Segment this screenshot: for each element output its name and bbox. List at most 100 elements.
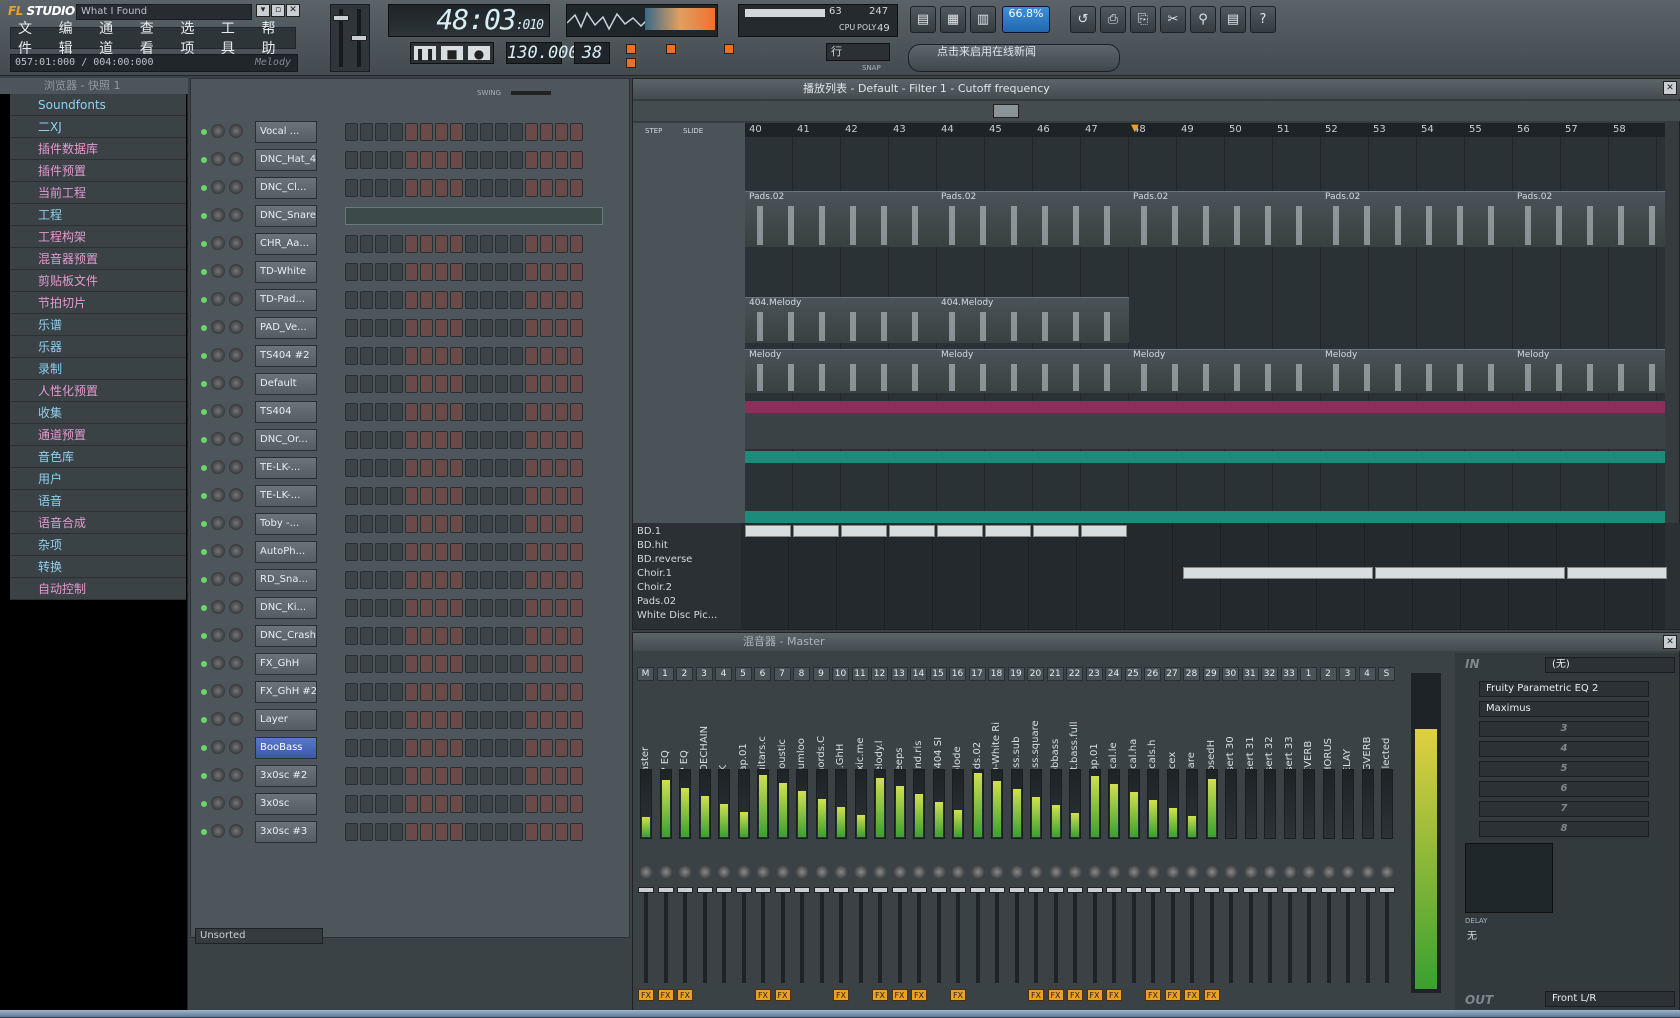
step-button[interactable]: [390, 767, 403, 785]
step-button[interactable]: [465, 403, 478, 421]
step-button[interactable]: [420, 683, 433, 701]
channel-name-button[interactable]: RD_Sna...: [255, 569, 317, 591]
channel-volume-knob[interactable]: [229, 628, 243, 642]
channel-pan-knob[interactable]: [211, 488, 225, 502]
channel-volume-knob[interactable]: [229, 488, 243, 502]
step-buttons[interactable]: [345, 319, 603, 337]
output-selector[interactable]: Front L/R: [1545, 991, 1675, 1007]
fader-handle[interactable]: [1028, 887, 1044, 893]
playlist-clip[interactable]: Melody: [1321, 349, 1513, 393]
playlist-clip[interactable]: Pads.02: [937, 191, 1129, 247]
step-button[interactable]: [435, 151, 448, 169]
channel-mute-led[interactable]: [201, 577, 207, 583]
step-button[interactable]: [540, 123, 553, 141]
fader-handle[interactable]: [1008, 887, 1025, 893]
track-volume-fader[interactable]: [1379, 887, 1395, 983]
step-button[interactable]: [510, 599, 523, 617]
step-button[interactable]: [465, 319, 478, 337]
step-button[interactable]: [465, 375, 478, 393]
step-button[interactable]: [495, 291, 508, 309]
step-button[interactable]: [360, 795, 373, 813]
step-button[interactable]: [360, 487, 373, 505]
step-button[interactable]: [495, 683, 508, 701]
track-pan-knob[interactable]: [912, 865, 926, 879]
snap-selector[interactable]: 行: [826, 43, 890, 61]
channel-mute-led[interactable]: [201, 381, 207, 387]
step-button[interactable]: [375, 263, 388, 281]
step-button[interactable]: [480, 543, 493, 561]
step-button[interactable]: [525, 347, 538, 365]
channel-mute-led[interactable]: [201, 661, 207, 667]
step-button[interactable]: [390, 739, 403, 757]
step-buttons[interactable]: [345, 291, 603, 309]
browser-item[interactable]: 工程: [10, 204, 186, 226]
channel-pan-knob[interactable]: [211, 208, 225, 222]
pattern-row-label[interactable]: Choir.1: [637, 567, 672, 581]
step-button[interactable]: [390, 375, 403, 393]
step-button[interactable]: [480, 627, 493, 645]
channel-volume-knob[interactable]: [229, 264, 243, 278]
track-volume-fader[interactable]: [1184, 887, 1200, 983]
step-button[interactable]: [510, 403, 523, 421]
step-button[interactable]: [480, 683, 493, 701]
step-button[interactable]: [555, 823, 568, 841]
channel-volume-knob[interactable]: [229, 180, 243, 194]
pattern-row-label[interactable]: White Disc Pic...: [637, 609, 717, 623]
channel-mute-led[interactable]: [201, 493, 207, 499]
step-button[interactable]: [390, 487, 403, 505]
track-volume-fader[interactable]: [833, 887, 849, 983]
track-volume-fader[interactable]: [1223, 887, 1239, 983]
step-button[interactable]: [390, 655, 403, 673]
step-button[interactable]: [510, 795, 523, 813]
step-button[interactable]: [555, 459, 568, 477]
track-pan-knob[interactable]: [795, 865, 809, 879]
track-pan-knob[interactable]: [1282, 865, 1297, 879]
step-button[interactable]: [510, 767, 523, 785]
step-button[interactable]: [390, 263, 403, 281]
step-button[interactable]: [540, 515, 553, 533]
channel-filter-dropdown[interactable]: Unsorted: [195, 928, 323, 944]
step-button[interactable]: [375, 375, 388, 393]
playlist-clip[interactable]: Pads.02: [1513, 191, 1665, 247]
track-volume-fader[interactable]: [1340, 887, 1356, 983]
track-pan-knob[interactable]: [834, 865, 848, 879]
step-button[interactable]: [360, 683, 373, 701]
step-button[interactable]: [390, 515, 403, 533]
step-button[interactable]: [420, 235, 433, 253]
step-button[interactable]: [525, 767, 538, 785]
channel-mute-led[interactable]: [201, 185, 207, 191]
step-button[interactable]: [570, 291, 583, 309]
step-button[interactable]: [375, 123, 388, 141]
fader-handle[interactable]: [930, 887, 947, 893]
step-buttons[interactable]: [345, 767, 603, 785]
channel-volume-knob[interactable]: [229, 600, 243, 614]
step-button[interactable]: [495, 151, 508, 169]
step-button[interactable]: [405, 179, 418, 197]
step-button[interactable]: [480, 823, 493, 841]
track-pan-knob[interactable]: [1243, 865, 1258, 879]
step-button[interactable]: [450, 123, 463, 141]
step-button[interactable]: [375, 571, 388, 589]
record-button[interactable]: ●: [467, 45, 491, 61]
step-button[interactable]: [435, 403, 448, 421]
channel-pan-knob[interactable]: [211, 544, 225, 558]
step-button[interactable]: [420, 823, 433, 841]
track-volume-fader[interactable]: [1145, 887, 1161, 983]
loop-record-toggle[interactable]: [724, 44, 734, 54]
step-button[interactable]: [570, 263, 583, 281]
step-button[interactable]: [450, 711, 463, 729]
track-pan-knob[interactable]: [717, 865, 731, 879]
channel-name-button[interactable]: PAD_Ve...: [255, 317, 317, 339]
step-buttons[interactable]: [345, 655, 603, 673]
step-button[interactable]: [495, 459, 508, 477]
track-volume-fader[interactable]: [696, 887, 713, 983]
piano-roll-button[interactable]: ▥: [970, 6, 996, 33]
step-button[interactable]: [405, 599, 418, 617]
channel-mute-led[interactable]: [201, 521, 207, 527]
step-button[interactable]: [345, 235, 358, 253]
track-pan-knob[interactable]: [1087, 865, 1102, 879]
step-buttons[interactable]: [345, 515, 603, 533]
playlist-clip[interactable]: Melody: [1129, 349, 1321, 393]
save-button[interactable]: ⎙: [1100, 6, 1126, 33]
channel-volume-knob[interactable]: [229, 292, 243, 306]
